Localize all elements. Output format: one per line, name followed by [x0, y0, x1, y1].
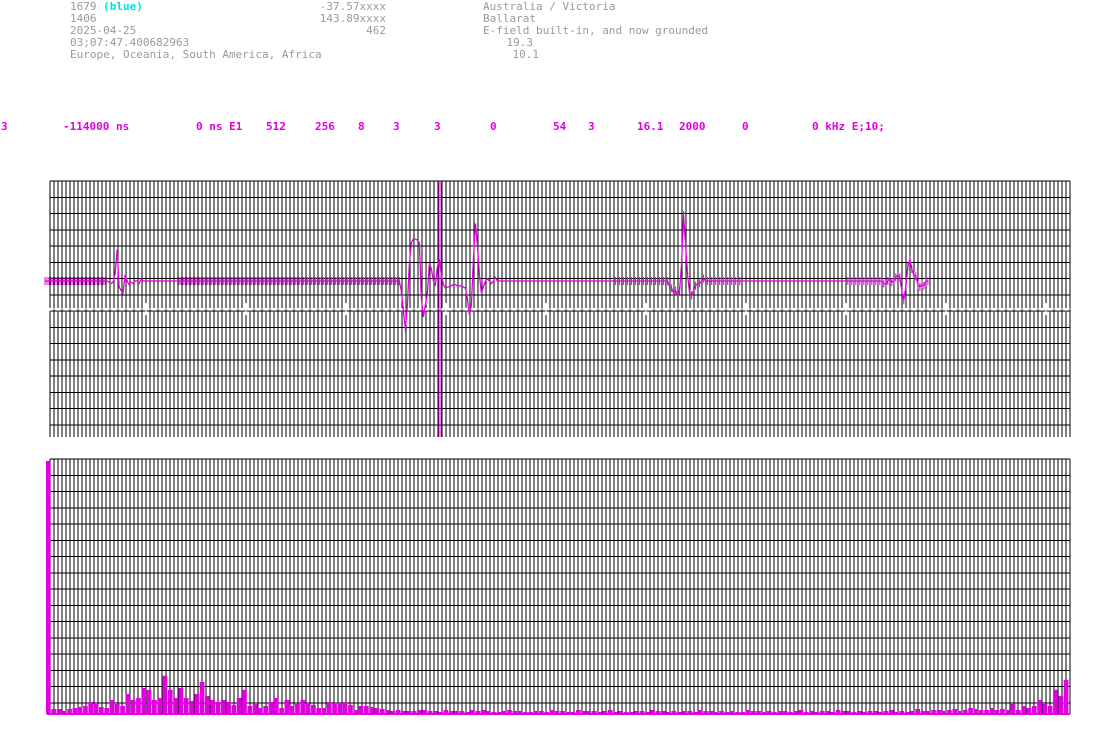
histogram-bar	[289, 705, 295, 714]
histogram-bar	[194, 693, 200, 714]
histogram-bar	[210, 699, 216, 714]
histogram-bar	[242, 689, 247, 714]
histogram-bar	[284, 699, 290, 714]
histogram-bar	[146, 689, 152, 714]
histogram-bar	[300, 699, 306, 714]
baseline-ticks	[49, 303, 1070, 315]
histogram-bar	[305, 703, 311, 714]
histogram-bar	[178, 687, 184, 714]
histogram-bar	[114, 703, 120, 714]
histogram-bar	[311, 704, 316, 714]
histogram-bar	[162, 675, 168, 714]
histogram-grid	[49, 458, 1071, 714]
histogram-bar	[46, 461, 51, 714]
histogram-bar	[295, 703, 300, 714]
histogram-bar	[152, 699, 157, 714]
histogram-bar	[1063, 679, 1069, 714]
histogram-bar	[236, 697, 242, 714]
histogram-bar	[99, 706, 104, 714]
histogram-bar	[205, 695, 210, 714]
histogram-bar	[342, 701, 348, 714]
histogram-bar	[141, 687, 147, 714]
histogram-bar	[157, 697, 163, 714]
histogram-bar	[77, 706, 83, 714]
histogram-bar	[226, 701, 231, 714]
histogram-bar	[109, 699, 115, 714]
histogram-bar	[369, 706, 375, 714]
histogram-bar	[337, 702, 343, 714]
charts-canvas	[44, 180, 1071, 715]
histogram-bar	[183, 697, 189, 714]
histogram-bar	[125, 693, 131, 714]
histogram-bar	[1021, 705, 1026, 714]
histogram-bar	[136, 697, 141, 714]
histogram-bar	[1047, 705, 1053, 714]
grid-lines	[49, 458, 1071, 714]
histogram-bar	[252, 703, 258, 714]
histogram-bar	[1010, 703, 1016, 714]
histogram-chart	[46, 458, 1071, 715]
histogram-bar	[348, 704, 353, 714]
histogram-bar	[332, 703, 337, 714]
histogram-bar	[263, 705, 269, 714]
histogram-bar	[247, 705, 253, 714]
histogram-bar	[273, 697, 279, 714]
histogram-bar	[268, 701, 274, 714]
waveform-baseline	[49, 303, 1070, 315]
histogram-bar	[1037, 699, 1042, 714]
histogram-bar	[220, 699, 226, 714]
histogram-bar	[83, 705, 88, 714]
histogram-bar	[1031, 705, 1037, 714]
histogram-bar	[199, 681, 205, 715]
histogram-bar	[1053, 689, 1058, 714]
histogram-bar	[120, 705, 125, 714]
histogram-bar	[1058, 695, 1064, 714]
histogram-bar	[358, 705, 364, 714]
waveform-chart	[44, 180, 1071, 437]
histogram-bar	[364, 705, 369, 714]
histogram-bar	[167, 689, 173, 714]
histogram-bar	[189, 700, 194, 714]
histogram-bar	[93, 703, 99, 714]
trace-fuzz	[613, 211, 741, 300]
histogram-bar	[1042, 703, 1048, 714]
histogram-bar	[215, 701, 221, 714]
histogram-bar	[326, 701, 332, 714]
histogram-bar	[231, 704, 237, 714]
histogram-bar	[88, 701, 94, 714]
histogram-bar	[130, 699, 136, 714]
trace-fuzz	[178, 277, 406, 333]
histogram-bar	[173, 697, 178, 714]
